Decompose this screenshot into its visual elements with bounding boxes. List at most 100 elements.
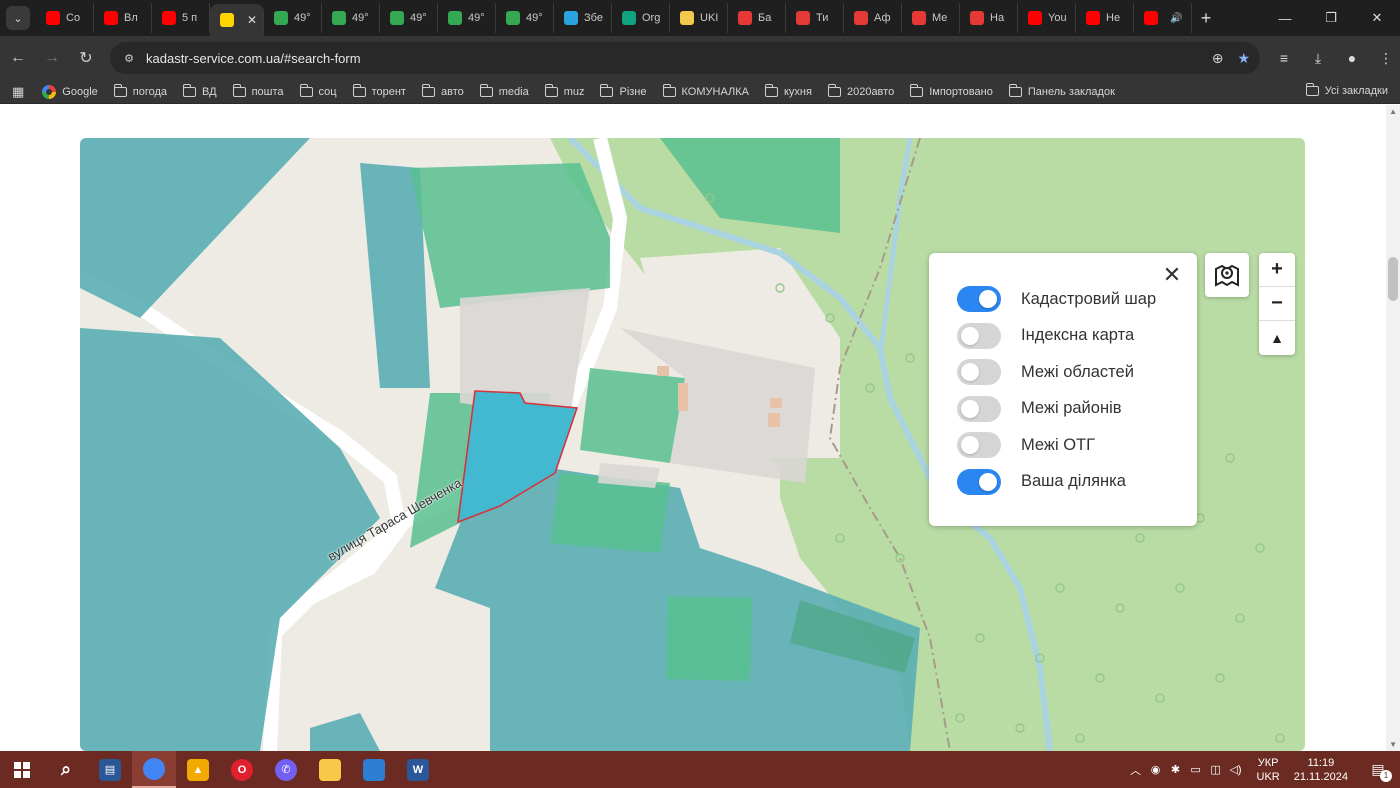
tab-3[interactable]: ✕ [210,4,264,36]
bookmark-4[interactable]: соц [299,83,337,98]
tab-0[interactable]: Co [36,3,94,33]
tab-14[interactable]: Аф [844,3,902,33]
layer-toggle[interactable] [957,322,1001,349]
layer-toggle[interactable] [957,359,1001,386]
bookmark-star-icon[interactable]: ★ [1237,50,1250,67]
tab-16[interactable]: На [960,3,1018,33]
volume-icon[interactable]: ◁) [1229,763,1243,776]
close-tab-icon[interactable]: ✕ [247,13,257,27]
file-explorer-icon [319,758,341,781]
tab-12[interactable]: Бa [728,3,786,33]
taskbar-word-button[interactable]: W [396,751,440,788]
tab-15[interactable]: Ме [902,3,960,33]
minimize-button[interactable]: — [1262,0,1308,36]
bookmark-1[interactable]: погода [113,83,167,98]
tab-10[interactable]: Org [612,3,670,33]
scroll-thumb[interactable] [1388,257,1398,301]
site-settings-icon[interactable]: ⚙ [120,49,138,67]
window-controls: — ❐ ✕ [1262,0,1400,36]
start-button[interactable] [0,751,44,788]
url-text[interactable]: kadastr-service.com.ua/#search-form [146,51,361,66]
security-icon[interactable]: ✱ [1169,763,1183,776]
download-icon[interactable]: ⤓ [1308,50,1328,67]
tab-7[interactable]: 49° [438,3,496,33]
new-tab-button[interactable]: + [1192,8,1220,29]
bookmark-8[interactable]: muz [544,83,584,98]
zoom-out-button[interactable]: − [1259,287,1295,321]
tab-label: UKI [700,12,719,24]
toggle-knob [961,436,979,455]
tab-18[interactable]: Не [1076,3,1134,33]
bookmark-5[interactable]: торент [352,83,406,98]
taskbar-photos-button[interactable] [352,751,396,788]
forward-button[interactable]: → [36,42,68,74]
layer-toggle[interactable] [957,468,1001,495]
close-window-button[interactable]: ✕ [1354,0,1400,36]
tab-11[interactable]: UKI [670,3,728,33]
tab-2[interactable]: 5 п [152,3,210,33]
bookmark-14[interactable]: Панель закладок [1008,83,1115,98]
tab-5[interactable]: 49° [322,3,380,33]
tab-1[interactable]: Вл [94,3,152,33]
reload-button[interactable]: ↻ [70,42,102,74]
bookmark-7[interactable]: media [479,83,529,98]
scroll-up-icon[interactable]: ▲ [1389,107,1397,116]
tab-6[interactable]: 49° [380,3,438,33]
bookmark-6[interactable]: авто [421,83,464,98]
menu-icon[interactable]: ⋮ [1376,50,1396,67]
input-language[interactable]: УКР UKR [1257,756,1280,784]
maximize-button[interactable]: ❐ [1308,0,1354,36]
layer-toggle[interactable] [957,286,1001,313]
bookmark-11[interactable]: кухня [765,83,812,98]
tab-4[interactable]: 49° [264,3,322,33]
audio-icon[interactable]: 🔊 [1170,13,1182,24]
taskbar-network-app-button[interactable]: ▤ [88,751,132,788]
tab-8[interactable]: 49° [496,3,554,33]
tab-search-button[interactable]: ⌄ [6,6,30,30]
youtube-icon [46,11,60,25]
close-icon[interactable]: ✕ [1159,263,1185,289]
scroll-down-icon[interactable]: ▼ [1389,740,1397,749]
network-icon[interactable]: ◫ [1209,763,1223,776]
chevron-up-icon[interactable]: ︿ [1129,762,1143,778]
taskbar-search-button[interactable]: ⌕ [44,751,88,788]
layer-toggle[interactable] [957,395,1001,422]
bookmark-2[interactable]: ВД [183,83,217,98]
tab-17[interactable]: You [1018,3,1076,33]
battery-icon[interactable]: ▭ [1189,763,1203,776]
page-scrollbar[interactable]: ▲ ▼ [1386,105,1400,751]
zoom-in-button[interactable]: + [1259,253,1295,287]
bookmark-0[interactable]: Google [42,84,98,99]
taskbar-norton-button[interactable]: ▲ [176,751,220,788]
map-layers-button[interactable] [1205,253,1249,297]
bookmark-12[interactable]: 2020авто [827,83,894,98]
clock[interactable]: 11:19 21.11.2024 [1294,756,1348,784]
bookmark-10[interactable]: КОМУНАЛКА [662,83,749,98]
tab-19[interactable]: 🔊 [1134,3,1192,33]
bookmark-9[interactable]: Різне [600,83,647,98]
tab-9[interactable]: Збе [554,3,612,33]
apps-grid-icon[interactable]: ▦ [12,84,24,100]
thumb-icon [970,11,984,25]
opera-icon: O [231,758,253,781]
back-button[interactable]: ← [2,42,34,74]
layer-toggle[interactable] [957,432,1001,459]
taskbar-chrome-button[interactable] [132,751,176,788]
compass-button[interactable]: ▲ [1259,321,1295,355]
taskbar-file-explorer-button[interactable] [308,751,352,788]
zoom-icon[interactable]: ⊕ [1212,50,1224,67]
profile-icon[interactable]: ● [1342,50,1362,66]
tab-13[interactable]: Ти [786,3,844,33]
chrome-tray-icon[interactable]: ◉ [1149,763,1163,776]
taskbar-opera-button[interactable]: O [220,751,264,788]
word-icon: W [407,758,429,781]
taskbar-viber-button[interactable]: ✆ [264,751,308,788]
reading-list-icon[interactable]: ≡ [1274,50,1294,66]
bookmark-13[interactable]: Імпортовано [910,83,993,98]
all-bookmarks[interactable]: Усі закладки [1305,83,1388,97]
address-bar[interactable]: ⚙ kadastr-service.com.ua/#search-form ⊕ … [110,42,1260,74]
notification-icon[interactable]: ▤ 1 [1366,758,1392,782]
bookmark-3[interactable]: пошта [232,83,284,98]
ua-site-icon [738,11,752,25]
tab-label: 49° [352,12,369,24]
